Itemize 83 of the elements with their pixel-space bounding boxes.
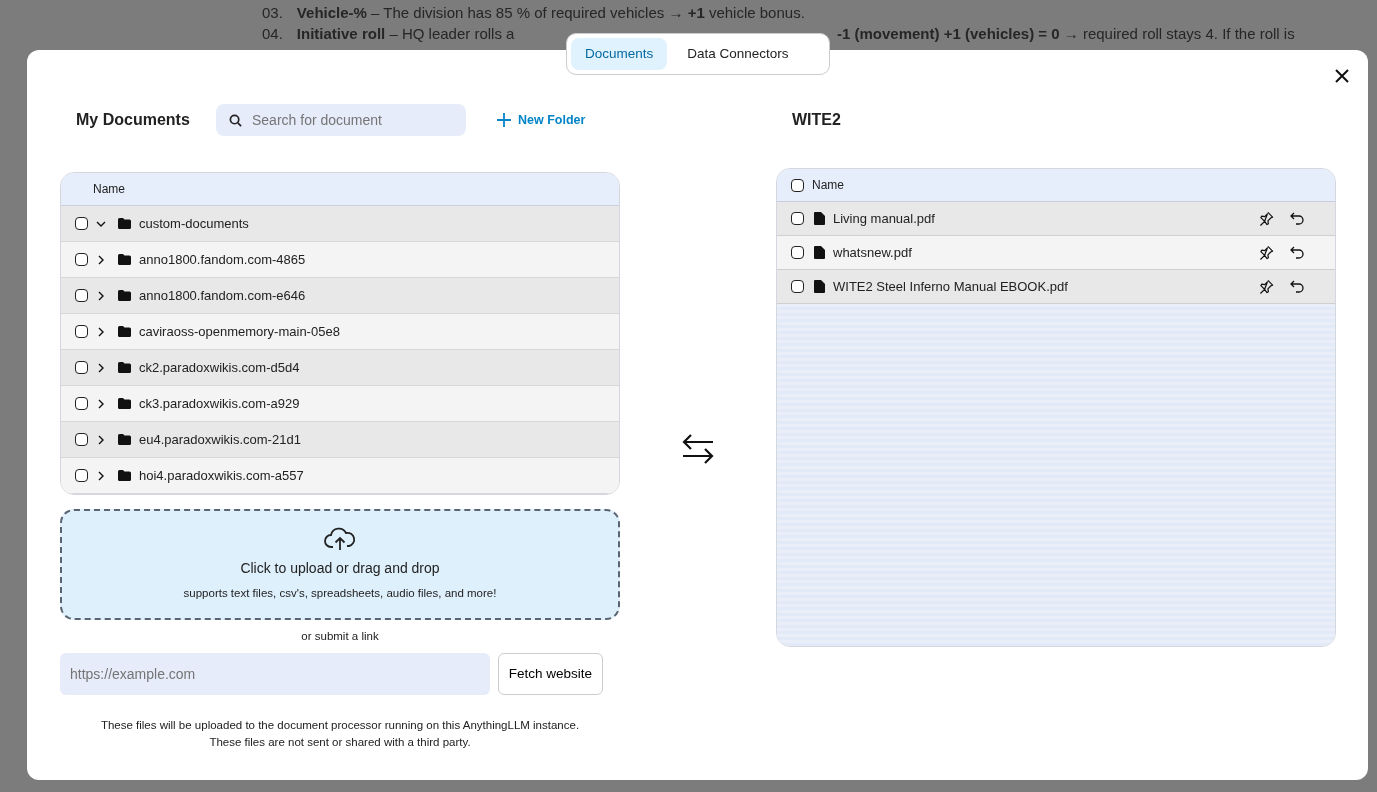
folder-icon bbox=[118, 326, 131, 337]
folder-icon bbox=[118, 254, 131, 265]
folder-row[interactable]: caviraoss-openmemory-main-05e8 bbox=[61, 314, 619, 350]
folder-row[interactable]: anno1800.fandom.com-e646 bbox=[61, 278, 619, 314]
checkbox[interactable] bbox=[75, 325, 88, 338]
checkbox[interactable] bbox=[75, 433, 88, 446]
link-label: or submit a link bbox=[301, 630, 379, 642]
chevron-right-icon[interactable] bbox=[96, 434, 106, 445]
folder-row[interactable]: eu4.paradoxwikis.com-21d1 bbox=[61, 422, 619, 458]
url-field[interactable]: https://example.com bbox=[60, 653, 490, 696]
checkbox[interactable] bbox=[791, 280, 804, 293]
fetch-website-button[interactable]: Fetch website bbox=[497, 653, 603, 696]
folder-icon bbox=[118, 470, 131, 481]
folder-name: ck3.paradoxwikis.com-a929 bbox=[139, 394, 300, 413]
chevron-right-icon[interactable] bbox=[96, 362, 106, 373]
folder-row[interactable]: ck2.paradoxwikis.com-d5d4 bbox=[61, 350, 619, 386]
pin-icon[interactable] bbox=[1259, 279, 1274, 294]
new-folder-button[interactable]: New Folder bbox=[490, 109, 592, 131]
folder-name: hoi4.paradoxwikis.com-a557 bbox=[139, 466, 304, 485]
undo-icon[interactable] bbox=[1290, 280, 1305, 293]
checkbox[interactable] bbox=[75, 397, 88, 410]
select-all-checkbox[interactable] bbox=[791, 178, 804, 192]
file-icon bbox=[814, 280, 825, 293]
cloud-upload-icon bbox=[324, 526, 356, 553]
search-icon bbox=[229, 114, 242, 127]
tab[interactable]: Documents bbox=[571, 38, 668, 70]
backdrop-text: Vehicle-% – The division has 85 % of required vehicles → +1 vehicle bonus. bbox=[296, 3, 805, 23]
file-name: Living manual.pdf bbox=[833, 209, 936, 228]
file-row[interactable]: WITE2 Steel Inferno Manual EBOOK.pdf bbox=[777, 270, 1335, 304]
folder-name: custom-documents bbox=[139, 214, 249, 233]
checkbox[interactable] bbox=[75, 469, 88, 482]
notice-text: These files will be uploaded to the document processor running on this AnythingLLM instance. bbox=[99, 718, 581, 734]
column-header: Name bbox=[812, 177, 844, 194]
folder-name: caviraoss-openmemory-main-05e8 bbox=[139, 322, 340, 341]
checkbox[interactable] bbox=[75, 253, 88, 266]
upload-title: Click to upload or drag and drop bbox=[240, 559, 440, 579]
upload-hint: supports text files, csv's, spreadsheets, audio files, and more! bbox=[183, 586, 497, 602]
file-row[interactable]: whatsnew.pdf bbox=[777, 236, 1335, 270]
file-name: whatsnew.pdf bbox=[833, 243, 913, 262]
folder-row[interactable]: ck3.paradoxwikis.com-a929 bbox=[61, 386, 619, 422]
undo-icon[interactable] bbox=[1290, 212, 1305, 225]
folder-icon bbox=[118, 218, 131, 229]
column-header: Name bbox=[93, 181, 125, 198]
chevron-right-icon[interactable] bbox=[96, 470, 106, 481]
folder-icon bbox=[118, 290, 131, 301]
file-icon bbox=[814, 212, 825, 225]
chevron-right-icon[interactable] bbox=[96, 290, 106, 301]
checkbox[interactable] bbox=[75, 361, 88, 374]
folder-name: anno1800.fandom.com-4865 bbox=[139, 250, 306, 269]
file-row[interactable]: Living manual.pdf bbox=[777, 202, 1335, 236]
notice-text: These files are not sent or shared with a third party. bbox=[208, 735, 472, 751]
undo-icon[interactable] bbox=[1290, 246, 1305, 259]
file-name: WITE2 Steel Inferno Manual EBOOK.pdf bbox=[833, 277, 1069, 296]
checkbox[interactable] bbox=[75, 289, 88, 302]
folder-icon bbox=[118, 434, 131, 445]
chevron-right-icon[interactable] bbox=[96, 398, 106, 409]
chevron-right-icon[interactable] bbox=[96, 254, 106, 265]
list-number: 03. bbox=[262, 3, 283, 23]
folder-row[interactable]: hoi4.paradoxwikis.com-a557 bbox=[61, 458, 619, 494]
pin-icon[interactable] bbox=[1259, 211, 1274, 226]
checkbox[interactable] bbox=[75, 217, 88, 230]
folder-icon bbox=[118, 398, 131, 409]
plus-icon bbox=[496, 112, 512, 128]
folder-row[interactable]: custom-documents bbox=[61, 206, 619, 242]
folder-row[interactable]: anno1800.fandom.com-4865 bbox=[61, 242, 619, 278]
file-icon bbox=[814, 246, 825, 259]
workspace-title: WITE2 bbox=[792, 110, 841, 130]
search-field[interactable]: Search for document bbox=[216, 104, 466, 136]
backdrop-text: Initiative roll – HQ leader rolls a bbox=[296, 24, 515, 44]
checkbox[interactable] bbox=[791, 212, 804, 225]
pin-icon[interactable] bbox=[1259, 245, 1274, 260]
checkbox[interactable] bbox=[791, 246, 804, 259]
tab[interactable]: Data Connectors bbox=[673, 38, 803, 70]
upload-dropzone[interactable]: Click to upload or drag and drop supports text files, csv's, spreadsheets, audio files, and more! bbox=[60, 509, 620, 620]
folder-name: ck2.paradoxwikis.com-d5d4 bbox=[139, 358, 300, 377]
backdrop-text: -1 (movement) +1 (vehicles) = 0 → required roll stays 4. If the roll is bbox=[837, 24, 1295, 44]
folder-name: anno1800.fandom.com-e646 bbox=[139, 286, 306, 305]
swap-arrows-icon bbox=[681, 433, 715, 465]
section-title: My Documents bbox=[76, 110, 191, 130]
list-number: 04. bbox=[262, 24, 283, 44]
folder-icon bbox=[118, 362, 131, 373]
folder-name: eu4.paradoxwikis.com-21d1 bbox=[139, 430, 301, 449]
chevron-right-icon[interactable] bbox=[96, 326, 106, 337]
